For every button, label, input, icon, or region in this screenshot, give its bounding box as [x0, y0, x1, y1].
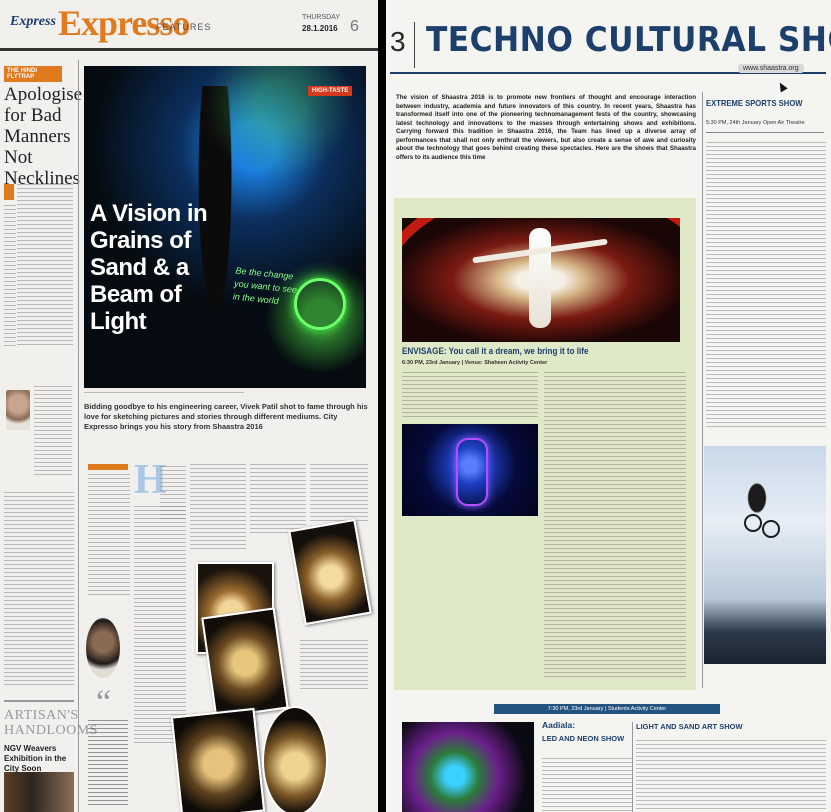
aadiala-title: Aadiala:: [542, 720, 576, 730]
extreme-heading-rule: [706, 132, 824, 133]
left-column-text: [4, 492, 74, 688]
article-body-col-2: [190, 464, 246, 552]
artist-portrait: [86, 618, 120, 678]
side-rule: [4, 700, 74, 702]
article-body-col-1b: [134, 506, 186, 744]
envisage-photo: [402, 218, 680, 342]
bmx-wheel-2: [762, 520, 780, 538]
extreme-body: [706, 142, 826, 428]
extreme-rule: [702, 92, 703, 688]
neon-dancer-photo: [402, 424, 538, 516]
hero-image: Be the change you want to see in the wor…: [84, 66, 366, 388]
side-label: ARTISAN'S HANDLOOMS: [4, 708, 98, 738]
aadiala-body: [542, 758, 632, 812]
side-subhead: NGV Weavers Exhibition in the City Soon: [4, 744, 67, 773]
light-sand-rule: [632, 722, 633, 812]
cursor-icon: [776, 80, 788, 93]
sidebar-quotes-text: [88, 474, 130, 596]
led-show-photo: [402, 722, 534, 812]
opinion-body-text-2: [4, 205, 16, 346]
extreme-meta: 5:30 PM, 24th January Open Air Theatre: [706, 120, 805, 126]
green-glow: [194, 66, 364, 388]
bmx-wheel-1: [744, 514, 762, 532]
brand-small: Express: [10, 14, 56, 29]
sand-writing: Be the change you want to see in the wor…: [232, 265, 298, 307]
issue-day: THURSDAY: [302, 14, 340, 21]
article-body-col-3: [250, 464, 306, 534]
photo-credit: [84, 392, 244, 395]
white-figure: [529, 228, 551, 328]
page-title: TECHNO CULTURAL SHOWS: [426, 20, 831, 60]
sand-art-photo-5: [262, 706, 328, 812]
aadiala-subtitle: LED AND NEON SHOW: [542, 734, 625, 743]
page-number: 6: [350, 18, 359, 35]
light-sand-title: LIGHT AND SAND ART SHOW: [636, 722, 743, 731]
side-photo: [4, 772, 74, 812]
sand-art-photo-2: [201, 607, 289, 719]
envisage-body-col-2: [544, 372, 686, 678]
hero-tag: HIGH-TASTE: [308, 86, 353, 96]
masthead-rule: [0, 48, 378, 51]
article-body-col-4: [310, 464, 368, 522]
right-magazine-page: 3 TECHNO CULTURAL SHOWS www.shaastra.org…: [386, 0, 831, 812]
hero-headline: A Vision in Grains of Sand & a Beam of L…: [90, 200, 208, 335]
opinion-body-text: [17, 184, 73, 346]
standfirst: Bidding goodbye to his engineering caree…: [84, 402, 368, 431]
drop-cap-block: [4, 184, 14, 200]
page-number-right: 3: [390, 26, 406, 57]
pullquote-text: [88, 720, 128, 806]
envisage-body-col-1: [402, 372, 538, 418]
section-label: FEATURES: [156, 22, 212, 32]
url-badge: www.shaastra.org: [738, 64, 804, 73]
column-tag: THE HINDI FLYTRAP: [4, 66, 62, 82]
extreme-heading: EXTREME SPORTS SHOW: [706, 98, 803, 108]
issue-date: 28.1.2016: [302, 24, 338, 33]
intro-paragraph: The vision of Shaastra 2016 is to promot…: [396, 94, 696, 161]
title-divider: [414, 22, 415, 68]
bmx-photo: [704, 446, 826, 664]
neon-figure: [456, 438, 488, 506]
sand-art-photo-4: [170, 707, 266, 812]
column-divider: [78, 60, 79, 812]
envisage-meta: 6:30 PM, 23rd January | Venue: Shaheen A…: [402, 360, 548, 366]
quote-mark: “: [96, 684, 112, 721]
sand-art-photo-3: [288, 518, 372, 626]
pullquote-label-bar: [88, 464, 128, 470]
columnist-photo: [6, 390, 30, 430]
columnist-bio: [34, 386, 72, 476]
opinion-headline: Apologise for Bad Manners Not Necklines: [4, 84, 83, 189]
bottom-bar: 7:30 PM, 23rd January | Students Activit…: [494, 704, 720, 714]
light-sand-body: [636, 740, 826, 812]
envisage-heading: ENVISAGE: You call it a dream, we bring …: [402, 346, 589, 356]
left-newspaper-page: Express Expresso FEATURES THURSDAY 28.1.…: [0, 0, 378, 812]
caption-text: [300, 640, 368, 690]
